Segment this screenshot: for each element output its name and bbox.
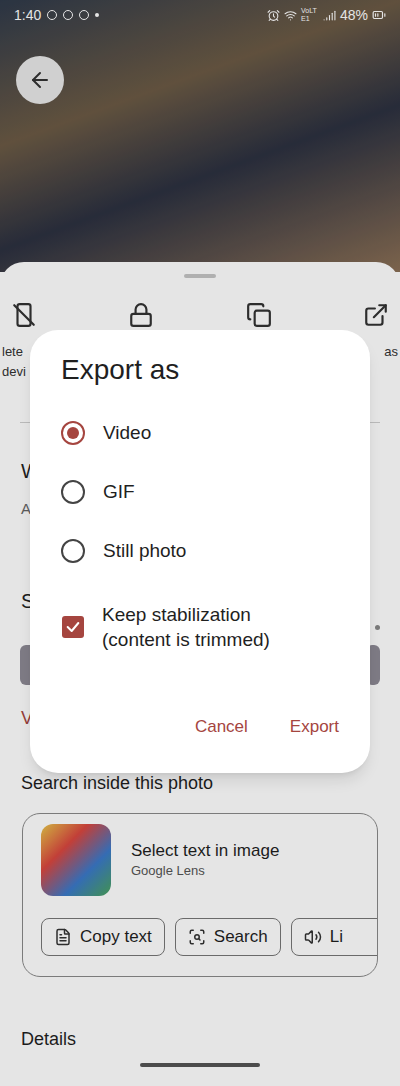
dialog-title: Export as	[61, 353, 339, 387]
radio-dot	[67, 427, 79, 439]
dialog-button[interactable]: Export	[276, 707, 353, 747]
dialog-actions: Cancel Export	[61, 707, 353, 747]
radio-button[interactable]	[61, 480, 85, 504]
check-icon	[65, 619, 81, 635]
radio-label: GIF	[103, 478, 135, 507]
checkbox[interactable]	[62, 616, 84, 638]
radio-button[interactable]	[61, 421, 85, 445]
export-dialog: Export as Video GIF Still photo Keep stabili…	[30, 330, 370, 773]
radio-label: Still photo	[103, 537, 186, 566]
screen: 1:40VoLTE148%letedeviasWASVSearch inside…	[0, 0, 400, 1086]
radio-option[interactable]: GIF	[61, 474, 339, 510]
radio-label: Video	[103, 419, 151, 448]
radio-option[interactable]: Still photo	[61, 533, 339, 569]
radio-button[interactable]	[61, 539, 85, 563]
dialog-button[interactable]: Cancel	[181, 707, 262, 747]
radio-option[interactable]: Video	[61, 415, 339, 451]
checkbox-label: Keep stabilization (content is trimmed)	[102, 602, 317, 652]
radio-group: Video GIF Still photo	[61, 415, 339, 569]
stabilization-option[interactable]: Keep stabilization (content is trimmed)	[61, 602, 339, 652]
